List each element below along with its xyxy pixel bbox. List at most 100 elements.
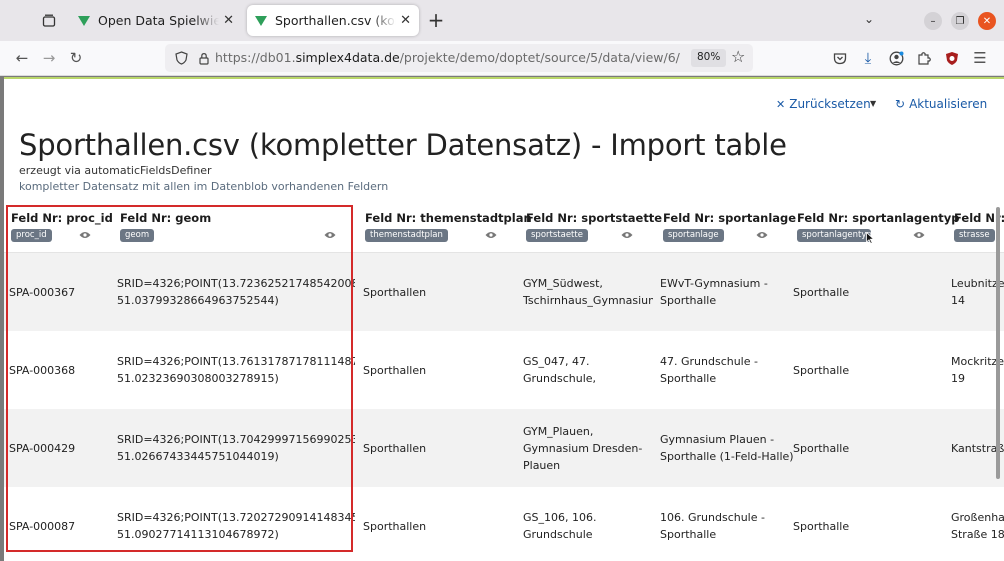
browser-tab-open-data[interactable]: Open Data Spielwiese - Q ✕ (70, 5, 242, 36)
eye-icon[interactable] (620, 229, 634, 241)
menu-hamburger-icon[interactable]: ☰ (970, 48, 990, 68)
column-header-sportstaette[interactable]: Feld Nr: sportstaette sportstaette (526, 201, 662, 253)
new-tab-icon[interactable]: + (425, 10, 447, 30)
page-description: kompletter Datensatz mit allen im Datenb… (19, 180, 389, 193)
eye-icon[interactable] (755, 229, 769, 241)
eye-icon[interactable] (484, 229, 498, 241)
page-title: Sporthallen.csv (kompletter Datensatz) -… (19, 128, 787, 162)
window-maximize-icon[interactable]: ❐ (951, 12, 969, 30)
tab-close-icon[interactable]: ✕ (400, 13, 411, 28)
ublock-icon[interactable] (942, 48, 962, 68)
column-label: Feld Nr: sportstaette (526, 211, 663, 225)
url-domain: simplex4data.de (295, 50, 400, 65)
cell-geom: SRID=4326;POINT(13.72362521748542008027 … (117, 277, 355, 307)
list-all-tabs-chevron-icon[interactable]: ⌄ (864, 12, 874, 26)
accent-line (4, 77, 1004, 79)
field-tag: geom (120, 229, 155, 242)
forward-arrow-icon[interactable]: → (39, 48, 59, 68)
field-tag: themenstadtplan (365, 229, 448, 242)
reset-label: Zurücksetzen (789, 97, 871, 111)
site-favicon-icon (78, 15, 90, 26)
cell-sportanlage: EWvT-Gymnasium - Sporthalle (660, 277, 768, 307)
pocket-icon[interactable] (830, 48, 850, 68)
cell-sportanlagentyp: Sporthalle (793, 441, 850, 455)
column-label: Feld Nr: geom (120, 211, 212, 225)
cell-sportstaette: GS_047, 47. Grundschule, (523, 355, 597, 385)
cell-sportstaette: GYM_Südwest, Tschirnhaus_Gymnasium (523, 277, 653, 307)
eye-icon[interactable] (912, 229, 926, 241)
tab-close-icon[interactable]: ✕ (223, 13, 234, 28)
cell-sportanlage: 47. Grundschule - Sporthalle (660, 355, 758, 385)
browser-tab-sporthallen[interactable]: Sporthallen.csv (komplett ✕ (247, 5, 419, 36)
tab-label: Sporthallen.csv (komplett (275, 13, 396, 28)
column-header-themenstadtplan[interactable]: Feld Nr: themenstadtplan themenstadtplan (365, 201, 532, 253)
cell-proc-id: SPA-000087 (9, 519, 76, 533)
cell-themenstadtplan: Sporthallen (363, 285, 427, 299)
close-icon: ✕ (776, 97, 786, 111)
refresh-label: Aktualisieren (909, 97, 988, 111)
bookmark-star-icon[interactable]: ☆ (731, 47, 745, 66)
column-label: Feld Nr: proc_id (11, 211, 113, 225)
cell-themenstadtplan: Sporthallen (363, 363, 427, 377)
cell-themenstadtplan: Sporthallen (363, 519, 427, 533)
cell-sportstaette: GYM_Plauen, Gymnasium Dresden- Plauen (523, 424, 643, 472)
cell-sportanlage: Gymnasium Plauen - Sporthalle (1-Feld-Ha… (660, 433, 794, 463)
eye-icon[interactable] (78, 229, 92, 241)
cell-sportanlage: 106. Grundschule - Sporthalle (660, 511, 765, 541)
column-label: Feld Nr: sportanlagentyp (797, 211, 960, 225)
tab-list-icon[interactable] (38, 10, 60, 32)
mouse-cursor-icon (866, 229, 875, 245)
table-row[interactable]: SPA-000367 SRID=4326;POINT(13.7236252174… (4, 253, 1004, 331)
cell-themenstadtplan: Sporthallen (363, 441, 427, 455)
navigation-bar: ← → ↻ https://db01.simplex4data.de/proje… (0, 41, 1004, 76)
eye-icon[interactable] (323, 229, 337, 241)
url-text[interactable]: https://db01.simplex4data.de/projekte/de… (215, 50, 680, 65)
column-header-geom[interactable]: Feld Nr: geom geom (120, 201, 340, 253)
field-tag: proc_id (11, 229, 52, 242)
column-label: Feld Nr: sportanlage (663, 211, 797, 225)
cell-sportanlagentyp: Sporthalle (793, 285, 850, 299)
lock-icon[interactable] (194, 48, 214, 68)
reset-button[interactable]: ✕ Zurücksetzen (776, 97, 871, 111)
site-favicon-icon (255, 15, 267, 26)
reset-dropdown-caret-icon[interactable]: ▼ (870, 99, 876, 108)
table-row[interactable]: SPA-000087 SRID=4326;POINT(13.7202729091… (4, 487, 1004, 561)
tracking-shield-icon[interactable] (171, 48, 191, 68)
cell-geom: SRID=4326;POINT(13.70429997156990253 87 … (117, 433, 355, 463)
back-arrow-icon[interactable]: ← (12, 48, 32, 68)
cell-proc-id: SPA-000368 (9, 363, 76, 377)
reload-icon[interactable]: ↻ (66, 48, 86, 68)
account-icon[interactable] (886, 48, 906, 68)
cell-geom: SRID=4326;POINT(13.72027290914148345 28 … (117, 511, 355, 541)
zoom-level-badge[interactable]: 80% (691, 49, 727, 67)
column-header-sportanlagentyp[interactable]: Feld Nr: sportanlagentyp sportanlagentyp (797, 201, 960, 253)
window-close-icon[interactable]: ✕ (978, 12, 996, 30)
page-content: ✕ Zurücksetzen ▼ ↻ Aktualisieren Sportha… (4, 77, 1004, 561)
field-tag: sportanlagentyp (797, 229, 871, 242)
cell-geom: SRID=4326;POINT(13.76131787178111487435 … (117, 355, 355, 385)
cell-sportanlagentyp: Sporthalle (793, 519, 850, 533)
tab-label: Open Data Spielwiese - Q (98, 13, 220, 28)
column-header-sportanlage[interactable]: Feld Nr: sportanlage sportanlage (663, 201, 796, 253)
extensions-icon[interactable] (914, 48, 934, 68)
column-label: Feld Nr: themenstadtplan (365, 211, 532, 225)
cell-sportstaette: GS_106, 106. Grundschule (523, 511, 597, 541)
url-prefix: https://db01. (215, 50, 296, 65)
cell-strasse: Großenha Straße 18 (951, 511, 1004, 541)
column-header-proc-id[interactable]: Feld Nr: proc_id proc_id (11, 201, 113, 253)
field-tag: strasse (954, 229, 995, 242)
url-bar[interactable]: https://db01.simplex4data.de/projekte/de… (165, 44, 753, 72)
window-minimize-icon[interactable]: – (924, 12, 942, 30)
data-table: Feld Nr: proc_id proc_id Feld Nr: geom g… (4, 201, 1004, 561)
refresh-button[interactable]: ↻ Aktualisieren (895, 97, 987, 111)
cell-proc-id: SPA-000429 (9, 441, 76, 455)
url-path: /projekte/demo/doptet/source/5/data/view… (399, 50, 680, 65)
table-row[interactable]: SPA-000368 SRID=4326;POINT(13.7613178717… (4, 331, 1004, 409)
table-row[interactable]: SPA-000429 SRID=4326;POINT(13.7042999715… (4, 409, 1004, 487)
cell-sportanlagentyp: Sporthalle (793, 363, 850, 377)
field-tag: sportanlage (663, 229, 724, 242)
vertical-scrollbar[interactable] (996, 207, 1000, 479)
field-tag: sportstaette (526, 229, 588, 242)
table-header: Feld Nr: proc_id proc_id Feld Nr: geom g… (4, 201, 1004, 253)
downloads-icon[interactable]: ⤓ (858, 48, 878, 68)
